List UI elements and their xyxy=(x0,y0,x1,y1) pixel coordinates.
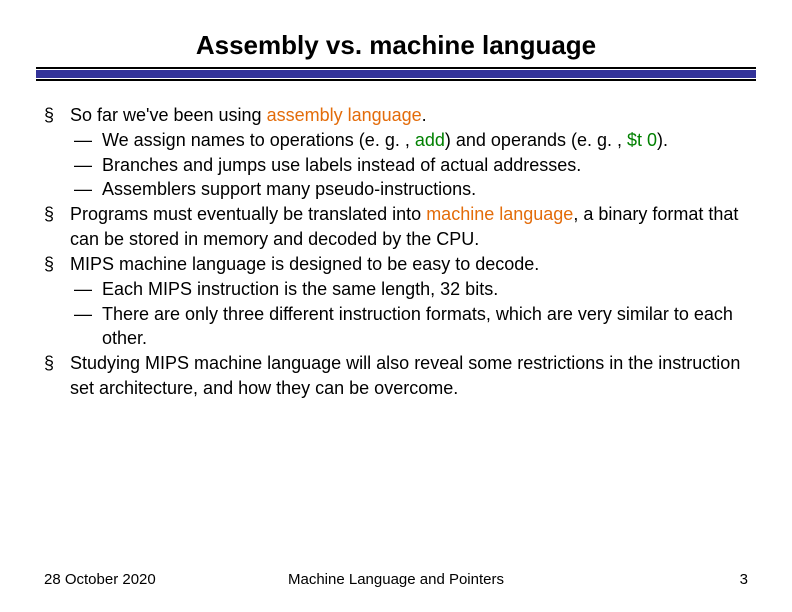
bullet-level1: So far we've been using assembly languag… xyxy=(38,103,750,128)
title-divider xyxy=(36,67,756,81)
highlight-term: assembly language xyxy=(267,105,422,125)
text: We assign names to operations (e. g. , xyxy=(102,130,415,150)
slide-body: So far we've been using assembly languag… xyxy=(36,103,756,401)
slide: Assembly vs. machine language So far we'… xyxy=(0,0,792,612)
text: There are only three different instructi… xyxy=(102,304,733,349)
text: . xyxy=(422,105,427,125)
bullet-level2: Each MIPS instruction is the same length… xyxy=(38,277,750,302)
code-term: $t 0 xyxy=(627,130,657,150)
text: So far we've been using xyxy=(70,105,267,125)
text: Each MIPS instruction is the same length… xyxy=(102,279,498,299)
text: Programs must eventually be translated i… xyxy=(70,204,426,224)
title-divider-bar xyxy=(36,70,756,78)
bullet-level2: There are only three different instructi… xyxy=(38,302,750,352)
text: Assemblers support many pseudo-instructi… xyxy=(102,179,476,199)
slide-title: Assembly vs. machine language xyxy=(36,30,756,67)
text: Branches and jumps use labels instead of… xyxy=(102,155,581,175)
bullet-level2: We assign names to operations (e. g. , a… xyxy=(38,128,750,153)
text: MIPS machine language is designed to be … xyxy=(70,254,539,274)
footer-date: 28 October 2020 xyxy=(44,571,156,588)
footer-page-number: 3 xyxy=(740,571,748,588)
bullet-level2: Assemblers support many pseudo-instructi… xyxy=(38,177,750,202)
text: Studying MIPS machine language will also… xyxy=(70,353,740,398)
code-term: add xyxy=(415,130,445,150)
slide-footer: 28 October 2020 Machine Language and Poi… xyxy=(0,571,792,588)
highlight-term: machine language xyxy=(426,204,573,224)
text: ) and operands (e. g. , xyxy=(445,130,627,150)
bullet-level1: Programs must eventually be translated i… xyxy=(38,202,750,252)
footer-title: Machine Language and Pointers xyxy=(288,571,504,588)
bullet-level1: Studying MIPS machine language will also… xyxy=(38,351,750,401)
bullet-level2: Branches and jumps use labels instead of… xyxy=(38,153,750,178)
bullet-level1: MIPS machine language is designed to be … xyxy=(38,252,750,277)
text: ). xyxy=(657,130,668,150)
